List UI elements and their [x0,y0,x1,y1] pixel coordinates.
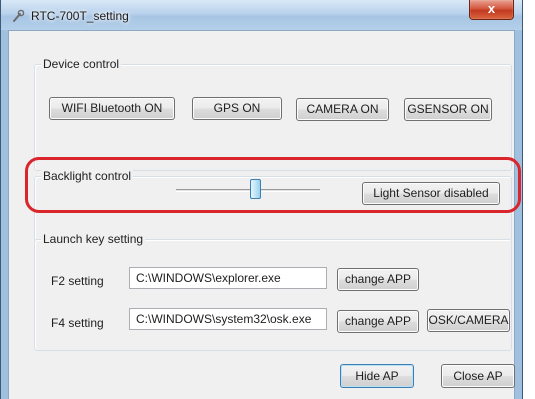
f4-setting-label: F4 setting [51,316,104,330]
f2-setting-label: F2 setting [51,274,104,288]
f4-change-app-button[interactable]: change APP [337,310,419,333]
f2-path-field[interactable]: C:\WINDOWS\explorer.exe [129,267,327,289]
f2-change-app-button[interactable]: change APP [337,268,419,291]
camera-button[interactable]: CAMERA ON [296,98,389,121]
close-window-button[interactable]: x [469,0,514,20]
osk-camera-button[interactable]: OSK/CAMERA [427,309,510,332]
hide-ap-button[interactable]: Hide AP [340,364,414,388]
device-control-label: Device control [41,57,122,71]
gps-button[interactable]: GPS ON [192,97,282,120]
red-highlight-annotation [25,157,521,213]
launch-key-group: Launch key setting [34,232,512,351]
f4-path-field[interactable]: C:\WINDOWS\system32\osk.exe [129,308,327,330]
dialog-client-area: Device control WIFI Bluetooth ON GPS ON … [8,30,521,399]
wifi-bluetooth-button[interactable]: WIFI Bluetooth ON [49,97,175,120]
screenshot: RTC-700T_setting x Device control WIFI B… [0,0,535,399]
gsensor-button[interactable]: GSENSOR ON [404,98,492,121]
title-bar[interactable]: RTC-700T_setting x [1,0,522,30]
close-ap-button[interactable]: Close AP [441,364,515,388]
launch-key-label: Launch key setting [41,232,146,246]
close-icon: x [487,1,496,16]
wrench-icon [13,9,25,22]
settings-window: RTC-700T_setting x Device control WIFI B… [0,0,523,399]
window-title: RTC-700T_setting [31,9,129,23]
